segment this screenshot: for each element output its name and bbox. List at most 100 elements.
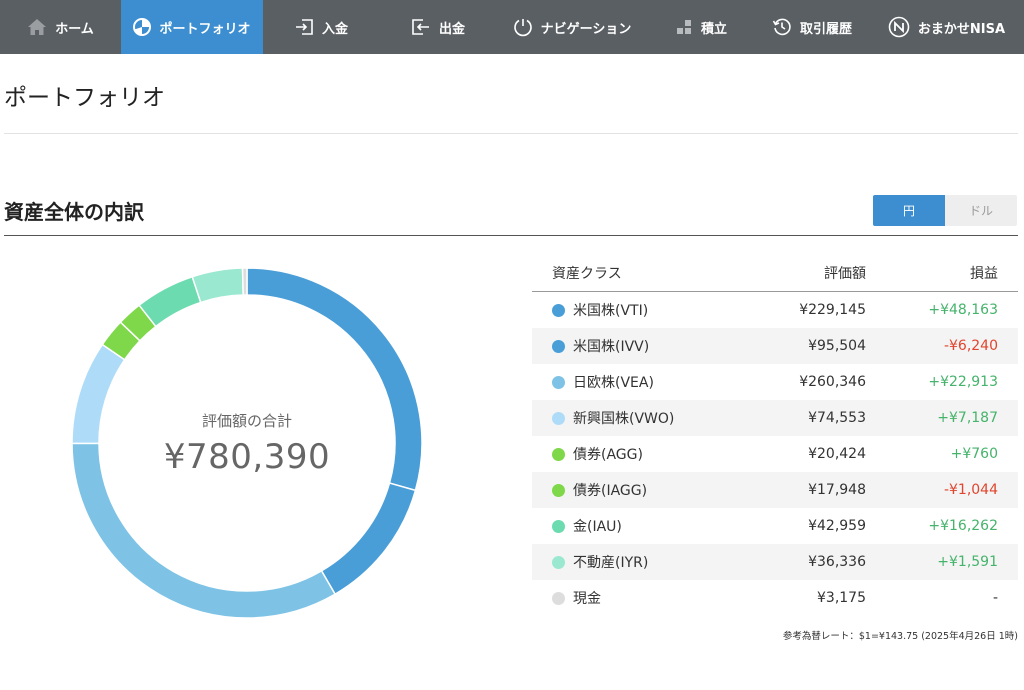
- table-row: 債券(IAGG) ¥17,948 -¥1,044: [532, 472, 1018, 508]
- table-row: 金(IAU) ¥42,959 +¥16,262: [532, 508, 1018, 544]
- table-row: 米国株(VTI) ¥229,145 +¥48,163: [532, 292, 1018, 328]
- donut-slice: [191, 267, 244, 304]
- header-asset-class: 資産クラス: [552, 265, 622, 282]
- asset-class-cell: 米国株(VTI): [532, 300, 732, 320]
- asset-value: ¥42,959: [808, 518, 866, 534]
- nisa-logo-icon: [888, 16, 910, 38]
- asset-name: 不動産(IYR): [573, 555, 649, 571]
- nav-omakase-nisa-label: おまかせNISA: [917, 21, 1006, 37]
- section-title: 資産全体の内訳: [4, 200, 144, 224]
- nav-home-label: ホーム: [55, 21, 94, 37]
- asset-pl: +¥1,591: [937, 554, 998, 570]
- fx-rate-note: 参考為替レート：$1=¥143.75 (2025年4月26日 1時): [782, 631, 1018, 642]
- legend-dot: [552, 591, 565, 605]
- section-divider: [4, 235, 1018, 236]
- nav-history-label: 取引履歴: [799, 21, 852, 37]
- table-row: 日欧株(VEA) ¥260,346 +¥22,913: [532, 364, 1018, 400]
- asset-value: ¥36,336: [808, 554, 866, 570]
- legend-dot: [552, 411, 565, 425]
- nav-tsumitate[interactable]: 積立: [647, 0, 755, 54]
- asset-table: 資産クラス 評価額 損益 米国株(VTI) ¥229,145 +¥48,163 米国株…: [532, 254, 1018, 616]
- page-title: ポートフォリオ: [4, 85, 165, 111]
- asset-name: 米国株(IVV): [573, 339, 650, 355]
- asset-class-cell: 金(IAU): [532, 516, 732, 536]
- nav-withdraw-label: 出金: [438, 21, 465, 37]
- asset-value: ¥95,504: [808, 338, 866, 354]
- asset-donut-chart: [71, 267, 423, 619]
- table-body: 米国株(VTI) ¥229,145 +¥48,163 米国株(IVV) ¥95,504 -…: [532, 292, 1018, 616]
- donut-slice: [71, 343, 126, 445]
- nav-history[interactable]: 取引履歴: [755, 0, 869, 54]
- header-value: 評価額: [824, 265, 866, 282]
- nav-deposit[interactable]: 入金: [263, 0, 379, 54]
- asset-pl: +¥48,163: [928, 302, 998, 318]
- currency-yen-button[interactable]: 円: [873, 195, 945, 226]
- table-row: 米国株(IVV) ¥95,504 -¥6,240: [532, 328, 1018, 364]
- asset-pl: -¥1,044: [943, 482, 998, 498]
- table-row: 債券(AGG) ¥20,424 +¥760: [532, 436, 1018, 472]
- asset-name: 米国株(VTI): [573, 303, 649, 319]
- asset-class-cell: 新興国株(VWO): [532, 408, 732, 428]
- table-row: 新興国株(VWO) ¥74,553 +¥7,187: [532, 400, 1018, 436]
- asset-class-cell: 現金: [532, 588, 732, 608]
- asset-class-cell: 不動産(IYR): [532, 552, 732, 572]
- asset-class-cell: 債券(AGG): [532, 444, 732, 464]
- nav-portfolio-label: ポートフォリオ: [159, 21, 251, 37]
- header-pl: 損益: [970, 265, 998, 282]
- pie-chart-icon: [133, 18, 152, 36]
- asset-pl: +¥22,913: [928, 374, 998, 390]
- legend-dot: [552, 447, 565, 461]
- asset-pl: -¥6,240: [943, 338, 998, 354]
- legend-dot: [552, 375, 565, 389]
- asset-value: ¥3,175: [817, 590, 866, 606]
- asset-value: ¥17,948: [808, 482, 866, 498]
- history-icon: [772, 18, 791, 36]
- donut-slice: [320, 482, 417, 596]
- asset-name: 日欧株(VEA): [573, 375, 654, 391]
- legend-dot: [552, 303, 565, 317]
- legend-dot: [552, 483, 565, 497]
- asset-value: ¥74,553: [808, 410, 866, 426]
- asset-name: 債券(IAGG): [573, 483, 648, 499]
- table-row: 不動産(IYR) ¥36,336 +¥1,591: [532, 544, 1018, 580]
- asset-pl: +¥16,262: [928, 518, 998, 534]
- asset-value: ¥260,346: [799, 374, 866, 390]
- nav-withdraw[interactable]: 出金: [379, 0, 497, 54]
- legend-dot: [552, 339, 565, 353]
- asset-value: ¥229,145: [799, 302, 866, 318]
- sign-out-icon: [412, 19, 429, 35]
- table-header: 資産クラス 評価額 損益: [532, 254, 1018, 292]
- nav-portfolio[interactable]: ポートフォリオ: [121, 0, 263, 54]
- blocks-icon: [676, 20, 691, 34]
- nav-omakase-nisa[interactable]: おまかせNISA: [869, 0, 1024, 54]
- asset-name: 新興国株(VWO): [573, 411, 675, 427]
- currency-usd-button[interactable]: ドル: [945, 195, 1017, 226]
- asset-value: ¥20,424: [808, 446, 866, 462]
- asset-class-cell: 債券(IAGG): [532, 480, 732, 500]
- home-icon: [28, 19, 47, 35]
- asset-name: 債券(AGG): [573, 447, 643, 463]
- gauge-icon: [513, 19, 532, 37]
- asset-pl: -: [992, 590, 998, 606]
- donut-slice: [241, 267, 248, 296]
- top-nav: ホーム ポートフォリオ 入金 出金 ナビゲーション 積立 取引履歴 おまかせNI…: [0, 0, 1024, 54]
- donut-slice: [246, 267, 423, 492]
- asset-name: 現金: [573, 591, 601, 607]
- legend-dot: [552, 519, 565, 533]
- nav-navigation[interactable]: ナビゲーション: [497, 0, 647, 54]
- legend-dot: [552, 555, 565, 569]
- asset-class-cell: 米国株(IVV): [532, 336, 732, 356]
- nav-deposit-label: 入金: [321, 21, 348, 37]
- nav-home[interactable]: ホーム: [0, 0, 121, 54]
- nav-navigation-label: ナビゲーション: [540, 21, 632, 37]
- donut-slice: [71, 442, 337, 619]
- asset-name: 金(IAU): [573, 519, 622, 535]
- title-divider: [4, 133, 1018, 134]
- asset-pl: +¥7,187: [937, 410, 998, 426]
- nav-tsumitate-label: 積立: [700, 21, 727, 37]
- table-row: 現金 ¥3,175 -: [532, 580, 1018, 616]
- currency-toggle: 円 ドル: [873, 195, 1017, 226]
- sign-in-icon: [295, 19, 313, 35]
- asset-pl: +¥760: [950, 446, 998, 462]
- asset-class-cell: 日欧株(VEA): [532, 372, 732, 392]
